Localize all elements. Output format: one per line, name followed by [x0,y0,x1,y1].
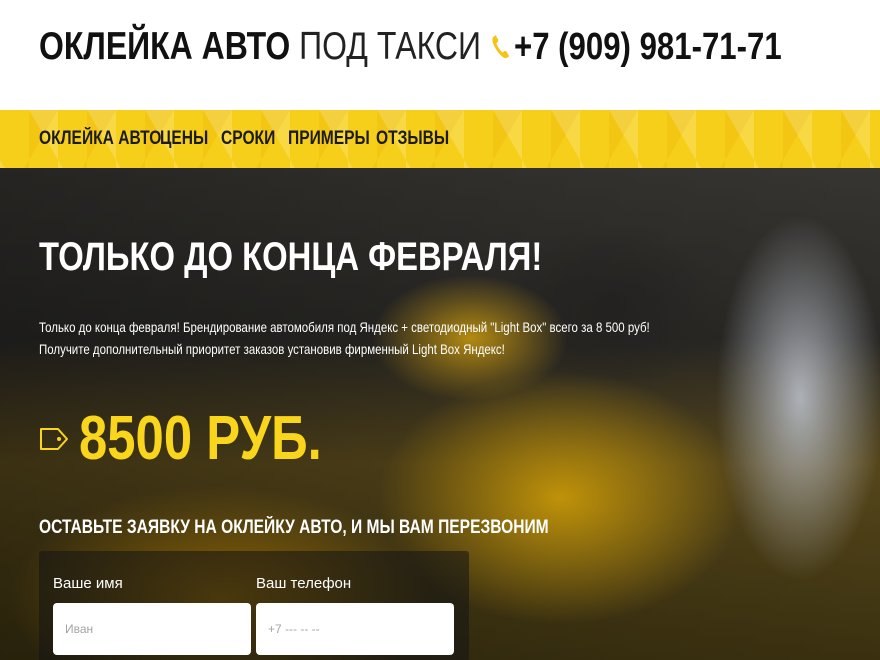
nav-item-label: ОКЛЕЙКА АВТО [39,128,162,149]
hero-title-text: ТОЛЬКО ДО КОНЦА ФЕВРАЛЯ! [39,235,543,279]
form-heading-text: ОСТАВЬТЕ ЗАЯВКУ НА ОКЛЕЙКУ АВТО, И МЫ ВА… [39,517,549,538]
nav-item-examples[interactable]: ПРИМЕРЫ [288,128,376,150]
hero-description: Только до конца февраля! Брендирование а… [39,316,679,360]
nav-item-prices[interactable]: ЦЕНЫ [160,128,221,150]
hero-title: ТОЛЬКО ДО КОНЦА ФЕВРАЛЯ! [39,234,653,280]
name-field[interactable] [53,603,251,655]
logo-light-text: ПОД ТАКСИ [299,25,481,68]
phone-field[interactable] [256,603,454,655]
hero-text-line-2: Получите дополнительный приоритет заказо… [39,341,505,357]
phone-number[interactable]: +7 (909) 981-71-71 [514,22,782,72]
hero-section: ТОЛЬКО ДО КОНЦА ФЕВРАЛЯ! Только до конца… [0,168,880,660]
phone-field-label: Ваш телефон [256,575,352,592]
nav-item-label: СРОКИ [221,128,276,149]
nav-item-label: ОТЗЫВЫ [376,128,450,149]
logo-bold-text: ОКЛЕЙКА АВТО [39,25,291,68]
nav-item-wrapping[interactable]: ОКЛЕЙКА АВТО [39,128,162,150]
site-header: ОКЛЕЙКА АВТО ПОД ТАКСИ +7 (909) 981-71-7… [0,0,880,110]
callback-form: Ваше имя Ваш телефон [39,551,469,660]
name-field-label: Ваше имя [53,575,123,592]
nav-item-reviews[interactable]: ОТЗЫВЫ [376,128,450,150]
nav-item-label: ПРИМЕРЫ [288,128,370,149]
nav-item-label: ЦЕНЫ [160,128,209,149]
main-nav: ОКЛЕЙКА АВТО ЦЕНЫ СРОКИ ПРИМЕРЫ ОТЗЫВЫ [0,110,880,168]
hero-text-line-1: Только до конца февраля! Брендирование а… [39,319,650,335]
price-block: 8500 РУБ. [39,404,375,474]
phone-icon [491,35,509,59]
price-tag-icon [40,428,68,450]
price-value: 8500 РУБ. [79,404,322,473]
nav-item-terms[interactable]: СРОКИ [221,128,288,150]
form-heading: ОСТАВЬТЕ ЗАЯВКУ НА ОКЛЕЙКУ АВТО, И МЫ ВА… [39,516,661,540]
header-phone[interactable]: +7 (909) 981-71-71 [490,22,840,72]
